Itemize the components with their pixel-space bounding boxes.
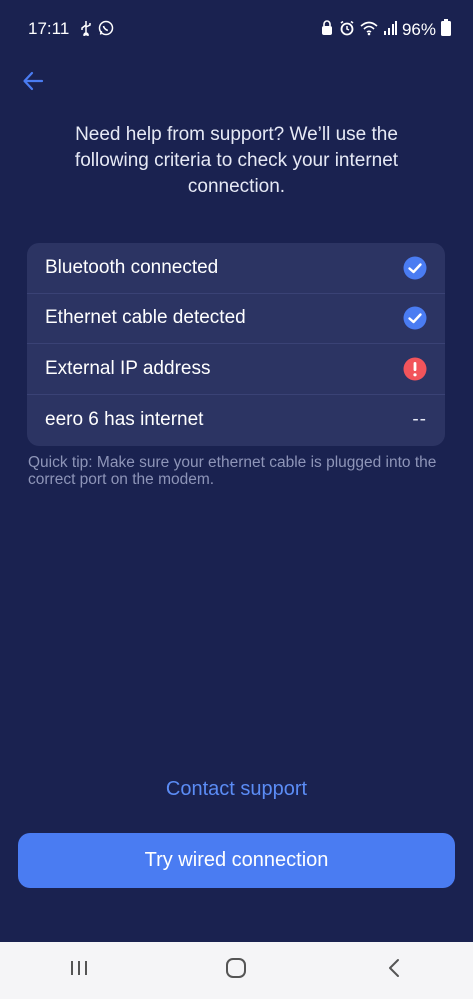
back-nav-icon [387, 958, 401, 983]
check-circle-icon [403, 256, 427, 280]
check-label: Bluetooth connected [45, 256, 219, 278]
status-left-icons [80, 20, 114, 41]
check-row-bluetooth: Bluetooth connected [27, 243, 445, 294]
arrow-left-icon [22, 70, 44, 97]
connection-checklist: Bluetooth connected Ethernet cable detec… [27, 243, 445, 446]
home-button[interactable] [206, 951, 266, 991]
recent-apps-button[interactable] [49, 951, 109, 991]
back-button[interactable] [18, 68, 48, 98]
wifi-icon [360, 20, 378, 41]
error-circle-icon [403, 357, 427, 381]
check-row-external-ip: External IP address [27, 344, 445, 395]
usb-icon [80, 20, 92, 41]
whatsapp-icon [98, 20, 114, 41]
status-right: 96% [320, 19, 451, 41]
system-nav-bar [0, 942, 473, 999]
battery-icon [441, 19, 451, 41]
contact-support-link[interactable]: Contact support [0, 778, 473, 801]
try-wired-connection-button[interactable]: Try wired connection [18, 833, 455, 888]
check-row-ethernet: Ethernet cable detected [27, 294, 445, 344]
check-label: External IP address [45, 357, 211, 379]
quick-tip: Quick tip: Make sure your ethernet cable… [28, 454, 437, 488]
home-icon [225, 957, 247, 984]
intro-text: Need help from support? We’ll use the fo… [74, 124, 399, 197]
check-circle-icon [403, 306, 427, 330]
status-bar: 17:11 96% [0, 0, 473, 60]
status-time: 17:11 [28, 19, 70, 38]
pending-status: -- [412, 408, 427, 430]
battery-percent: 96% [401, 20, 436, 39]
check-label: Ethernet cable detected [45, 307, 246, 329]
check-label: eero 6 has internet [45, 408, 204, 430]
signal-icon [383, 20, 397, 41]
recent-apps-icon [69, 959, 89, 982]
alarm-icon [339, 20, 355, 41]
back-nav-button[interactable] [364, 951, 424, 991]
check-row-internet: eero 6 has internet -- [27, 395, 445, 446]
lock-icon [320, 19, 334, 41]
